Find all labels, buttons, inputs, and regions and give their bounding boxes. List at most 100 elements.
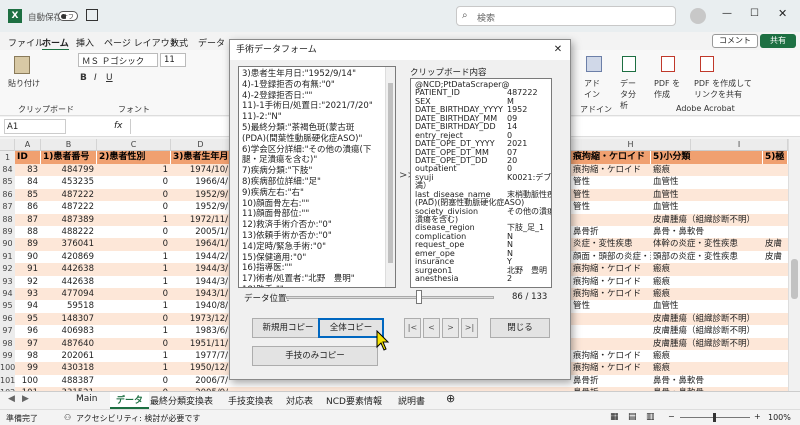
cell-extra[interactable]	[763, 189, 788, 201]
cell-subclass[interactable]: 頭部の炎症・変性疾患	[651, 251, 763, 263]
cell-sex[interactable]: 0	[97, 313, 171, 325]
cell-h[interactable]: 炎症・変性疾患	[571, 238, 651, 250]
data-position-slider[interactable]	[286, 290, 494, 304]
cell-id[interactable]: 94	[15, 300, 41, 312]
list-item[interactable]: 6)学会区分詳細:"その他の潰瘍(下	[242, 145, 392, 156]
cell-sex[interactable]: 0	[97, 176, 171, 188]
cell-dob[interactable]: 1943/1/	[171, 288, 231, 300]
prev-record-button[interactable]: <	[423, 318, 440, 338]
cell-patient-no[interactable]: 376041	[41, 238, 97, 250]
cell-sex[interactable]: 1	[97, 214, 171, 226]
status-accessibility[interactable]: アクセシビリティ: 検討が必要です	[76, 413, 200, 424]
cell-extra[interactable]: 皮膚	[763, 238, 788, 250]
dialog-close-icon[interactable]: ✕	[546, 40, 570, 60]
cell-subclass[interactable]: 血管性	[651, 189, 763, 201]
data-analysis-label[interactable]: データ分析	[620, 78, 642, 111]
menu-data[interactable]: データ	[198, 36, 225, 49]
cell-extra[interactable]	[763, 325, 788, 337]
cell-extra[interactable]	[763, 300, 788, 312]
cell-sex[interactable]: 1	[97, 276, 171, 288]
sheet-tab-final-class[interactable]: 最終分類変換表	[150, 394, 213, 407]
cell-patient-no[interactable]: 487222	[41, 201, 97, 213]
cell-sex[interactable]: 0	[97, 238, 171, 250]
cell-subclass[interactable]: 鼻骨・鼻軟骨	[651, 226, 763, 238]
paste-label[interactable]: 貼り付け	[8, 78, 40, 89]
col-header-h[interactable]: H	[571, 139, 691, 151]
procedure-only-copy-button[interactable]: 手技のみコピー	[252, 346, 378, 366]
zoom-level[interactable]: 100%	[768, 413, 791, 422]
cell-subclass[interactable]: 瘢痕	[651, 288, 763, 300]
cell-subclass[interactable]: 皮膚腫瘍（組織診断不明）	[651, 313, 763, 325]
header-subclass[interactable]: 5)小分類	[651, 151, 763, 164]
cell-h[interactable]: 痕拘縮・ケロイド	[571, 263, 651, 275]
cell-sex[interactable]: 0	[97, 201, 171, 213]
cell-h[interactable]	[571, 338, 651, 350]
list-item[interactable]: 腿・足潰瘍を含む)"	[242, 155, 392, 166]
cell-id[interactable]: 86	[15, 201, 41, 213]
cell-id[interactable]: 95	[15, 313, 41, 325]
cell-patient-no[interactable]: 488222	[41, 226, 97, 238]
cell-h[interactable]: 痕拘縮・ケロイド	[571, 164, 651, 176]
menu-file[interactable]: ファイル	[8, 36, 44, 49]
cell-dob[interactable]: 1944/2/	[171, 251, 231, 263]
cell-id[interactable]: 89	[15, 238, 41, 250]
cell-subclass[interactable]: 血管性	[651, 300, 763, 312]
cell-extra[interactable]	[763, 350, 788, 362]
share-button[interactable]: 共有	[760, 34, 796, 48]
save-icon[interactable]	[86, 9, 98, 21]
cell-extra[interactable]	[763, 164, 788, 176]
cell-subclass[interactable]: 瘢痕	[651, 263, 763, 275]
col-header-c[interactable]: C	[97, 139, 171, 151]
cell-patient-no[interactable]: 487640	[41, 338, 97, 350]
cell-id[interactable]: 87	[15, 214, 41, 226]
header-extra[interactable]: 5)極	[763, 151, 788, 164]
header-id[interactable]: ID	[15, 151, 41, 164]
cell-dob[interactable]: 1951/11/	[171, 338, 231, 350]
cell-patient-no[interactable]: 484799	[41, 164, 97, 176]
data-position-thumb[interactable]	[416, 290, 423, 304]
close-button[interactable]: 閉じる	[490, 318, 550, 338]
menu-formulas[interactable]: 数式	[170, 36, 188, 49]
cell-patient-no[interactable]: 477094	[41, 288, 97, 300]
data-analysis-icon[interactable]	[622, 56, 636, 72]
header-patient-no[interactable]: 1)患者番号	[41, 151, 97, 164]
clipboard-listbox[interactable]: @NCD;PtDataScraper@ PATIENT_ID 487222 SEX M D…	[410, 78, 552, 288]
cell-sex[interactable]: 0	[97, 375, 171, 387]
new-copy-button[interactable]: 新規用コピー	[252, 318, 324, 338]
cell-h[interactable]: 痕拘縮・ケロイド	[571, 276, 651, 288]
cell-sex[interactable]: 1	[97, 350, 171, 362]
cell-sex[interactable]: 1	[97, 251, 171, 263]
pdf-share-icon[interactable]	[700, 56, 714, 72]
cell-subclass[interactable]: 瘢痕	[651, 350, 763, 362]
italic-button[interactable]: I	[94, 73, 97, 83]
col-header-i[interactable]: I	[691, 139, 788, 151]
list-item[interactable]: 7)疾病分類:"下肢"	[242, 166, 392, 177]
cell-patient-no[interactable]: 202061	[41, 350, 97, 362]
menu-insert[interactable]: 挿入	[76, 36, 94, 49]
cell-dob[interactable]: 1952/9/	[171, 201, 231, 213]
bold-button[interactable]: B	[80, 73, 87, 83]
zoom-in-icon[interactable]: +	[754, 412, 761, 421]
list-item[interactable]: 16)指導医:""	[242, 263, 392, 274]
cell-id[interactable]: 99	[15, 362, 41, 374]
list-item[interactable]: 14)定時/緊急手術:"0"	[242, 242, 392, 253]
cell-dob[interactable]: 1964/1/	[171, 238, 231, 250]
cell-h[interactable]	[571, 325, 651, 337]
cell-dob[interactable]: 2006/7/	[171, 375, 231, 387]
pdf-share-label[interactable]: PDF を作成してリンクを共有	[694, 78, 754, 100]
cell-id[interactable]: 92	[15, 276, 41, 288]
cell-sex[interactable]: 0	[97, 189, 171, 201]
cell-h[interactable]: 痕拘縮・ケロイド	[571, 288, 651, 300]
cell-subclass[interactable]: 皮膚腫瘍（組織診断不明）	[651, 325, 763, 337]
cell-extra[interactable]	[763, 313, 788, 325]
cell-patient-no[interactable]: 406983	[41, 325, 97, 337]
cell-dob[interactable]: 1952/9/	[171, 189, 231, 201]
cell-extra[interactable]: 皮膚	[763, 251, 788, 263]
cell-dob[interactable]: 1973/12/	[171, 313, 231, 325]
cell-id[interactable]: 100	[15, 375, 41, 387]
list-item[interactable]: 11)-2:"N"	[242, 112, 392, 123]
list-item[interactable]: 3)患者生年月日:"1952/9/14"	[242, 69, 392, 80]
cell-id[interactable]: 91	[15, 263, 41, 275]
cell-subclass[interactable]: 鼻骨・鼻軟骨	[651, 375, 763, 387]
cell-sex[interactable]: 1	[97, 362, 171, 374]
